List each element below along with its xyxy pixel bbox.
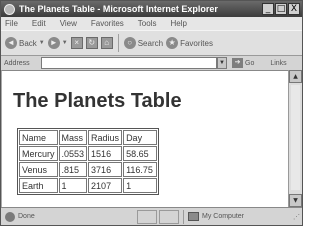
table-cell: Name xyxy=(19,130,58,145)
search-button[interactable]: ○ Search xyxy=(123,37,164,49)
forward-dropdown-icon[interactable]: ▼ xyxy=(62,40,68,46)
status-panel xyxy=(137,209,157,224)
table-cell: 116.75 xyxy=(123,162,158,177)
table-cell: 1516 xyxy=(88,146,123,161)
table-cell: 3716 xyxy=(88,162,123,177)
status-text: Done xyxy=(18,213,35,220)
stop-icon[interactable]: × xyxy=(70,37,83,49)
scroll-track[interactable] xyxy=(291,85,300,190)
go-arrow-icon: ➔ xyxy=(232,58,243,68)
page-content: The Planets Table Name Mass Radius Day Mercu… xyxy=(1,70,288,207)
search-icon: ○ xyxy=(123,37,136,49)
back-label: Back xyxy=(19,38,37,48)
table-header-row: Name Mass Radius Day xyxy=(19,130,158,145)
title-bar: The Planets Table - Microsoft Internet E… xyxy=(1,1,302,17)
minimize-button[interactable]: _ xyxy=(262,3,274,15)
table-cell: Earth xyxy=(19,178,58,193)
table-row: Venus .815 3716 116.75 xyxy=(19,162,158,177)
forward-arrow-icon: ► xyxy=(47,37,60,49)
table-cell: 2107 xyxy=(88,178,123,193)
vertical-scrollbar[interactable]: ▲ ▼ xyxy=(288,70,302,207)
menu-help[interactable]: Help xyxy=(170,19,186,28)
back-button[interactable]: ◄ Back ▼ xyxy=(5,37,45,49)
table-cell: 1 xyxy=(123,178,158,193)
table-cell: Venus xyxy=(19,162,58,177)
back-arrow-icon: ◄ xyxy=(5,37,17,49)
table-cell: .0553 xyxy=(58,146,88,161)
address-input[interactable] xyxy=(41,57,217,69)
favorites-star-icon: ★ xyxy=(166,37,179,49)
refresh-icon[interactable]: ↻ xyxy=(85,37,98,49)
menu-favorites[interactable]: Favorites xyxy=(91,19,124,28)
table-row: Mercury .0553 1516 58.65 xyxy=(19,146,158,161)
menu-file[interactable]: File xyxy=(5,19,18,28)
my-computer-icon xyxy=(188,212,199,221)
table-cell: Day xyxy=(123,130,158,145)
table-cell: Mercury xyxy=(19,146,58,161)
menu-view[interactable]: View xyxy=(60,19,77,28)
scroll-down-icon[interactable]: ▼ xyxy=(289,194,302,207)
toolbar-separator xyxy=(117,34,119,52)
address-dropdown-icon[interactable]: ▼ xyxy=(217,57,227,69)
security-zone: My Computer xyxy=(183,209,245,224)
status-bar: Done My Computer ⋰ xyxy=(1,207,302,225)
menu-edit[interactable]: Edit xyxy=(32,19,46,28)
resize-grip-icon[interactable]: ⋰ xyxy=(293,213,300,221)
maximize-button[interactable]: □ xyxy=(275,3,287,15)
close-button[interactable]: X xyxy=(288,3,300,15)
go-button[interactable]: ➔ Go xyxy=(232,58,254,68)
back-dropdown-icon[interactable]: ▼ xyxy=(39,40,45,46)
planets-table-body: Name Mass Radius Day Mercury .0553 1516 58.65 Ve… xyxy=(19,130,158,193)
window-title: The Planets Table - Microsoft Internet E… xyxy=(19,4,218,14)
toolbar: ◄ Back ▼ ► ▼ × ↻ ⌂ ○ Search ★ Favorites xyxy=(1,30,302,56)
table-cell: .815 xyxy=(58,162,88,177)
page-title: The Planets Table xyxy=(13,90,182,112)
links-button[interactable]: Links xyxy=(270,60,286,67)
home-icon[interactable]: ⌂ xyxy=(100,37,113,49)
browser-window: The Planets Table - Microsoft Internet E… xyxy=(0,0,303,226)
page-status-icon xyxy=(5,211,15,222)
zone-text: My Computer xyxy=(202,213,245,220)
table-cell: Radius xyxy=(88,130,123,145)
favorites-button[interactable]: ★ Favorites xyxy=(166,37,213,49)
scroll-up-icon[interactable]: ▲ xyxy=(289,70,302,83)
window-controls: _ □ X xyxy=(262,3,300,15)
table-cell: Mass xyxy=(58,130,88,145)
table-row: Earth 1 2107 1 xyxy=(19,178,158,193)
ie-logo-icon xyxy=(4,3,15,15)
table-cell: 58.65 xyxy=(123,146,158,161)
status-message: Done xyxy=(1,211,135,222)
status-panel xyxy=(159,209,179,224)
go-label: Go xyxy=(245,59,255,67)
menu-bar: File Edit View Favorites Tools Help xyxy=(1,17,302,30)
forward-button[interactable]: ► ▼ xyxy=(47,37,68,49)
address-label: Address xyxy=(4,59,30,67)
favorites-label: Favorites xyxy=(180,38,213,48)
menu-tools[interactable]: Tools xyxy=(138,19,157,28)
planets-table: Name Mass Radius Day Mercury .0553 1516 58.65 Ve… xyxy=(17,128,160,195)
search-label: Search xyxy=(137,38,164,48)
address-bar: Address ▼ ➔ Go Links xyxy=(1,56,302,70)
table-cell: 1 xyxy=(58,178,88,193)
